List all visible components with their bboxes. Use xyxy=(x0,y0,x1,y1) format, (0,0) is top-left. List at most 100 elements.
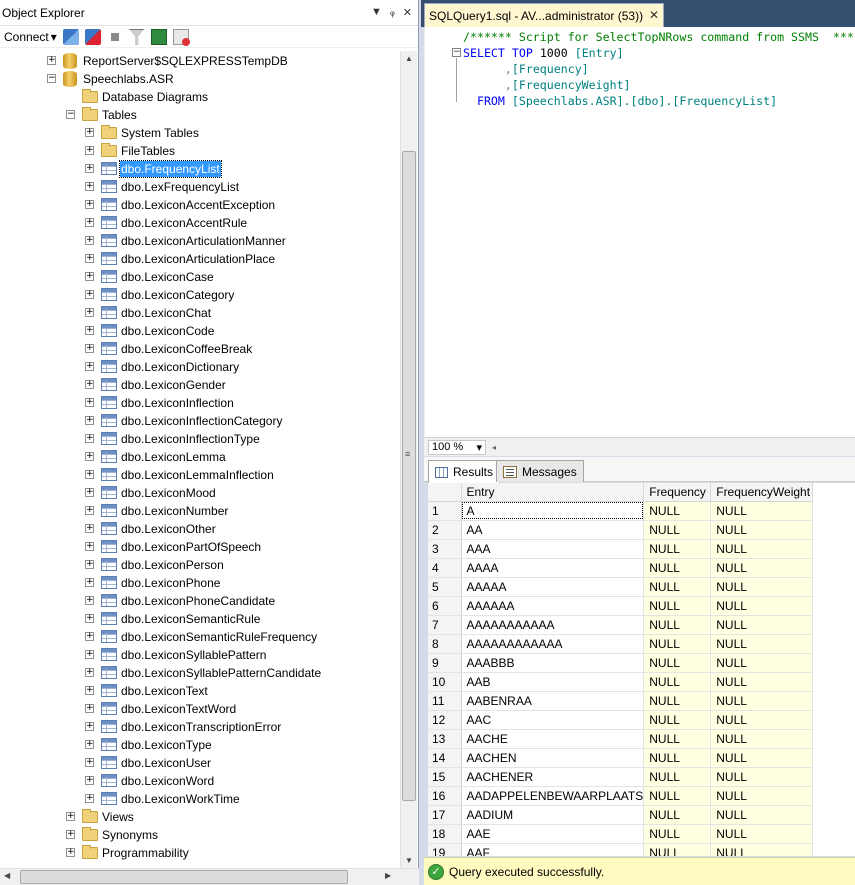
tree-node[interactable]: + dbo.LexFrequencyList xyxy=(0,178,400,196)
collapse-icon[interactable]: − xyxy=(66,110,75,119)
tree-node[interactable]: + dbo.LexiconGender xyxy=(0,376,400,394)
tree-node-label[interactable]: dbo.LexiconWorkTime xyxy=(120,791,241,807)
expand-icon[interactable]: + xyxy=(85,272,94,281)
tree-node-label[interactable]: dbo.LexiconTextWord xyxy=(120,701,237,717)
cell-frequency[interactable]: NULL xyxy=(643,634,712,654)
cell-frequency[interactable]: NULL xyxy=(643,805,712,825)
cell-frequency[interactable]: NULL xyxy=(643,786,712,806)
scroll-down-icon[interactable]: ▼ xyxy=(405,856,413,865)
cell-frequency[interactable]: NULL xyxy=(643,596,712,616)
expand-icon[interactable]: + xyxy=(85,470,94,479)
cell-entry[interactable]: AAAAA xyxy=(461,577,645,597)
tree-node[interactable]: + Programmability xyxy=(0,844,400,862)
close-icon[interactable]: ✕ xyxy=(649,8,659,22)
column-header-frequencyweight[interactable]: FrequencyWeight xyxy=(710,483,814,502)
tree-node-label[interactable]: dbo.LexiconWord xyxy=(120,773,215,789)
row-number[interactable]: 2 xyxy=(428,520,462,540)
expand-icon[interactable]: + xyxy=(66,848,75,857)
cell-entry[interactable]: A xyxy=(461,501,645,521)
cell-entry[interactable]: AABENRAA xyxy=(461,691,645,711)
row-number[interactable]: 11 xyxy=(428,691,462,711)
tree-node[interactable]: − Speechlabs.ASR xyxy=(0,70,400,88)
tree-node[interactable]: + dbo.LexiconAccentRule xyxy=(0,214,400,232)
expand-icon[interactable]: + xyxy=(85,182,94,191)
tree-node[interactable]: + dbo.LexiconSemanticRuleFrequency xyxy=(0,628,400,646)
tree-node-label[interactable]: dbo.LexiconArticulationPlace xyxy=(120,251,276,267)
tree-node-label[interactable]: dbo.LexiconLemmaInflection xyxy=(120,467,275,483)
tree-node[interactable]: + dbo.LexiconMood xyxy=(0,484,400,502)
row-number[interactable]: 5 xyxy=(428,577,462,597)
cell-frequencyweight[interactable]: NULL xyxy=(710,501,814,521)
cell-frequency[interactable]: NULL xyxy=(643,710,712,730)
tree-node-label[interactable]: Tables xyxy=(101,107,138,123)
column-header-frequency[interactable]: Frequency xyxy=(643,483,712,502)
tree-node[interactable]: + dbo.LexiconChat xyxy=(0,304,400,322)
cell-entry[interactable]: AAE xyxy=(461,824,645,844)
expand-icon[interactable]: + xyxy=(47,56,56,65)
expand-icon[interactable]: + xyxy=(85,686,94,695)
cell-frequencyweight[interactable]: NULL xyxy=(710,767,814,787)
tree-node[interactable]: + dbo.LexiconCase xyxy=(0,268,400,286)
tree-node[interactable]: Database Diagrams xyxy=(0,88,400,106)
tree-node-label[interactable]: Database Diagrams xyxy=(101,89,209,105)
expand-icon[interactable]: + xyxy=(85,308,94,317)
tree-node[interactable]: + dbo.LexiconArticulationManner xyxy=(0,232,400,250)
expand-icon[interactable]: + xyxy=(85,524,94,533)
tree-node-label[interactable]: Programmability xyxy=(101,845,190,861)
expand-icon[interactable]: + xyxy=(85,758,94,767)
filter-icon[interactable] xyxy=(128,28,145,45)
expand-icon[interactable]: + xyxy=(85,218,94,227)
tree-node[interactable]: + dbo.LexiconLemmaInflection xyxy=(0,466,400,484)
expand-icon[interactable]: + xyxy=(85,740,94,749)
expand-icon[interactable]: + xyxy=(85,488,94,497)
tree-node[interactable]: + dbo.LexiconCode xyxy=(0,322,400,340)
expand-icon[interactable]: + xyxy=(85,290,94,299)
cell-entry[interactable]: AAB xyxy=(461,672,645,692)
tree-node-label[interactable]: dbo.LexiconAccentException xyxy=(120,197,276,213)
tree-node[interactable]: + dbo.LexiconInflectionCategory xyxy=(0,412,400,430)
tree-node-label[interactable]: dbo.LexiconTranscriptionError xyxy=(120,719,282,735)
cell-frequency[interactable]: NULL xyxy=(643,653,712,673)
tree-node-label[interactable]: dbo.LexiconGender xyxy=(120,377,227,393)
tree-node[interactable]: + dbo.LexiconLemma xyxy=(0,448,400,466)
row-number[interactable]: 7 xyxy=(428,615,462,635)
tree-node-label[interactable]: dbo.LexiconCategory xyxy=(120,287,235,303)
tree-node-label[interactable]: dbo.LexiconSyllablePatternCandidate xyxy=(120,665,322,681)
scroll-up-icon[interactable]: ▲ xyxy=(405,54,413,63)
row-number[interactable]: 16 xyxy=(428,786,462,806)
expand-icon[interactable]: + xyxy=(85,506,94,515)
tab-sqlquery1[interactable]: SQLQuery1.sql - AV...administrator (53))… xyxy=(424,3,664,27)
expand-icon[interactable]: + xyxy=(85,146,94,155)
tree-node-label[interactable]: dbo.LexiconPerson xyxy=(120,557,225,573)
cell-entry[interactable]: AACHENER xyxy=(461,767,645,787)
row-number[interactable]: 13 xyxy=(428,729,462,749)
tree-vertical-scrollbar[interactable]: ▲ ≡ ▼ xyxy=(400,51,417,868)
tree-node[interactable]: + dbo.LexiconSemanticRule xyxy=(0,610,400,628)
tree-node-label[interactable]: dbo.LexiconMood xyxy=(120,485,217,501)
tree-node-label[interactable]: dbo.LexiconPartOfSpeech xyxy=(120,539,262,555)
tree-node[interactable]: + Synonyms xyxy=(0,826,400,844)
expand-icon[interactable]: + xyxy=(85,668,94,677)
cell-frequency[interactable]: NULL xyxy=(643,748,712,768)
expand-icon[interactable]: + xyxy=(85,578,94,587)
expand-icon[interactable]: + xyxy=(85,434,94,443)
tree-node[interactable]: + dbo.LexiconTextWord xyxy=(0,700,400,718)
cell-entry[interactable]: AAAAAA xyxy=(461,596,645,616)
tree-node-label[interactable]: dbo.LexiconLemma xyxy=(120,449,227,465)
cell-entry[interactable]: AAAAAAAAAAAA xyxy=(461,634,645,654)
expand-icon[interactable]: + xyxy=(85,380,94,389)
tree-node[interactable]: + FileTables xyxy=(0,142,400,160)
tree-node-label[interactable]: dbo.LexiconInflectionCategory xyxy=(120,413,283,429)
expand-icon[interactable]: + xyxy=(85,596,94,605)
tree-node[interactable]: + dbo.LexiconUser xyxy=(0,754,400,772)
row-number[interactable]: 17 xyxy=(428,805,462,825)
collapse-icon[interactable]: − xyxy=(452,48,461,57)
expand-icon[interactable]: + xyxy=(85,236,94,245)
tree-node-label[interactable]: Synonyms xyxy=(101,827,159,843)
cell-entry[interactable]: AAAA xyxy=(461,558,645,578)
scroll-left-icon[interactable]: ◂ xyxy=(492,443,496,452)
row-number[interactable]: 19 xyxy=(428,843,462,856)
tree-node-label[interactable]: dbo.LexiconCode xyxy=(120,323,215,339)
pin-icon[interactable]: ᵩ xyxy=(390,6,395,19)
expand-icon[interactable]: + xyxy=(85,344,94,353)
